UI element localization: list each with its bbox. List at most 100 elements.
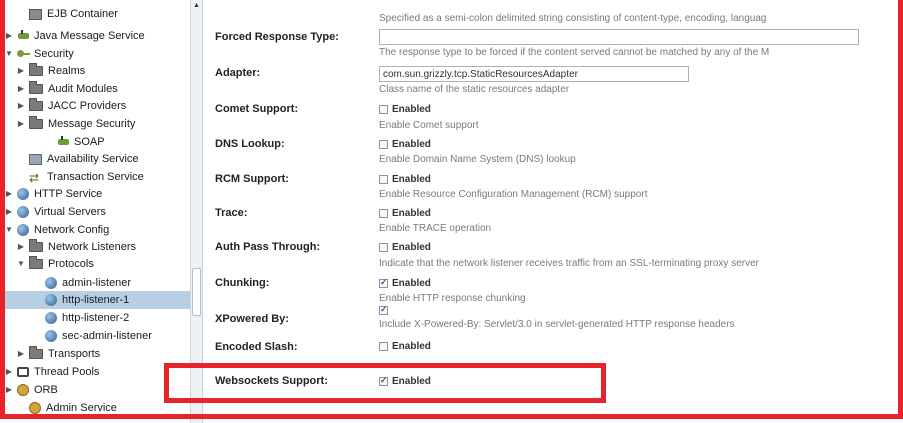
adapter-input[interactable] xyxy=(379,66,689,82)
expand-toggle-open-icon[interactable]: ▼ xyxy=(16,255,26,273)
scrollbar-thumb[interactable] xyxy=(192,268,201,316)
globe-icon xyxy=(17,206,29,218)
sidebar-item-security[interactable]: ▼ Security xyxy=(4,45,74,63)
expand-toggle-icon[interactable]: ▶ xyxy=(16,97,26,115)
comet-support-help: Enable Comet support xyxy=(379,120,479,131)
sidebar-item-transports[interactable]: ▶ Transports xyxy=(16,345,100,363)
trace-help: Enable TRACE operation xyxy=(379,223,492,234)
globe-icon xyxy=(45,294,57,306)
sidebar-item-transaction-service[interactable]: ▶Transaction Service xyxy=(16,168,144,187)
sidebar-item-sec-admin-listener[interactable]: ▶sec-admin-listener xyxy=(32,327,152,345)
encoded-slash-checkbox[interactable] xyxy=(379,342,388,351)
sidebar-item-availability-service[interactable]: ▶Availability Service xyxy=(16,150,139,168)
transaction-icon xyxy=(29,169,42,187)
folder-icon xyxy=(29,239,43,252)
expand-toggle-icon[interactable]: ▶ xyxy=(16,345,26,363)
sidebar-item-label: ORB xyxy=(34,384,58,396)
dns-lookup-checkbox[interactable] xyxy=(379,140,388,149)
sidebar-item-admin-listener[interactable]: ▶admin-listener xyxy=(32,274,131,292)
xpowered-by-checkbox[interactable] xyxy=(379,304,388,315)
trace-checkbox[interactable] xyxy=(379,209,388,218)
sidebar-item-label: sec-admin-listener xyxy=(62,330,152,342)
sidebar-item-protocols[interactable]: ▼ Protocols xyxy=(16,255,94,273)
sidebar-item-label: Security xyxy=(34,48,74,60)
protocol-http-settings-form: Specified as a semi-colon delimited stri… xyxy=(204,0,903,423)
chunking-label: Chunking: xyxy=(215,277,270,289)
sidebar-item-network-config[interactable]: ▼ Network Config xyxy=(4,221,109,239)
plug-icon xyxy=(57,136,69,148)
sidebar-item-label: JACC Providers xyxy=(48,100,127,112)
expand-toggle-icon[interactable]: ▶ xyxy=(4,203,14,221)
dns-lookup-label: DNS Lookup: xyxy=(215,138,285,150)
sidebar-item-label: Network Listeners xyxy=(48,241,137,253)
forced-response-type-input[interactable] xyxy=(379,29,859,45)
dns-lookup-help: Enable Domain Name System (DNS) lookup xyxy=(379,154,576,165)
sidebar-item-message-security[interactable]: ▶ Message Security xyxy=(16,115,135,133)
encoded-slash-checkbox-label: Enabled xyxy=(392,341,431,352)
folder-icon xyxy=(29,116,43,129)
sidebar-item-label: Transports xyxy=(48,348,101,360)
sidebar-item-label: Realms xyxy=(48,65,86,77)
sidebar-item-http-service[interactable]: ▶ HTTP Service xyxy=(4,185,102,203)
sidebar-item-audit-modules[interactable]: ▶ Audit Modules xyxy=(16,80,118,98)
xpowered-by-label: XPowered By: xyxy=(215,313,289,325)
sidebar-item-http-listener-1[interactable]: ▶http-listener-1 xyxy=(0,291,190,309)
sidebar-item-orb[interactable]: ▶ ORB xyxy=(4,381,58,399)
expand-toggle-icon[interactable]: ▶ xyxy=(16,238,26,256)
sidebar-item-network-listeners[interactable]: ▶ Network Listeners xyxy=(16,238,136,256)
rcm-support-checkbox[interactable] xyxy=(379,175,388,184)
adapter-label: Adapter: xyxy=(215,67,261,79)
folder-icon xyxy=(29,81,43,94)
tree-scrollbar[interactable]: ▲ xyxy=(190,0,202,423)
sidebar-item-label: Virtual Servers xyxy=(34,206,106,218)
expand-toggle-icon[interactable]: ▶ xyxy=(4,185,14,203)
expand-toggle-icon[interactable]: ▶ xyxy=(16,62,26,80)
dns-lookup-checkbox-row: Enabled xyxy=(379,139,431,150)
auth-pass-through-checkbox-row: Enabled xyxy=(379,242,431,253)
sidebar-item-virtual-servers[interactable]: ▶ Virtual Servers xyxy=(4,203,106,221)
forced-response-type-help: The response type to be forced if the co… xyxy=(379,47,770,58)
sidebar-item-label: Message Security xyxy=(48,118,136,130)
key-icon xyxy=(17,48,30,60)
sidebar-item-soap[interactable]: ▶SOAP xyxy=(44,133,105,151)
expand-toggle-icon[interactable]: ▶ xyxy=(4,363,14,381)
sidebar-item-label: EJB Container xyxy=(47,8,118,20)
expand-toggle-open-icon[interactable]: ▼ xyxy=(4,221,14,239)
navigation-tree-panel: ▶EJB Container▶Java Message Service▼Secu… xyxy=(0,0,203,423)
expand-toggle-open-icon[interactable]: ▼ xyxy=(4,45,14,63)
xpowered-by-help: Include X-Powered-By: Servlet/3.0 in ser… xyxy=(379,319,735,330)
comet-support-checkbox-row: Enabled xyxy=(379,104,431,115)
encoded-slash-label: Encoded Slash: xyxy=(215,341,298,353)
websockets-support-checkbox-row: Enabled xyxy=(379,375,431,387)
sidebar-item-label: Transaction Service xyxy=(47,171,144,183)
rcm-support-checkbox-label: Enabled xyxy=(392,174,431,185)
sidebar-item-http-listener-2[interactable]: ▶http-listener-2 xyxy=(32,309,129,327)
plug-icon xyxy=(17,30,29,42)
sidebar-item-ejb-container[interactable]: ▶EJB Container xyxy=(16,5,118,23)
expand-toggle-icon[interactable]: ▶ xyxy=(4,27,14,45)
sidebar-item-admin-service[interactable]: ▶Admin Service xyxy=(16,399,117,417)
trace-checkbox-label: Enabled xyxy=(392,208,431,219)
scroll-up-arrow-icon[interactable]: ▲ xyxy=(191,0,202,12)
orb-icon xyxy=(17,384,29,396)
forced-response-type-label: Forced Response Type: xyxy=(215,31,339,43)
sidebar-item-realms[interactable]: ▶ Realms xyxy=(16,62,85,80)
auth-pass-through-checkbox[interactable] xyxy=(379,243,388,252)
websockets-support-label: Websockets Support: xyxy=(215,375,328,387)
websockets-support-checkbox[interactable] xyxy=(379,375,388,386)
rcm-support-help: Enable Resource Configuration Management… xyxy=(379,189,648,200)
sidebar-item-label: SOAP xyxy=(74,136,105,148)
sidebar-item-jacc-providers[interactable]: ▶ JACC Providers xyxy=(16,97,126,115)
rcm-support-checkbox-row: Enabled xyxy=(379,174,431,185)
sidebar-item-thread-pools[interactable]: ▶ Thread Pools xyxy=(4,363,100,381)
expand-toggle-icon[interactable]: ▶ xyxy=(4,381,14,399)
chunking-checkbox[interactable] xyxy=(379,277,388,288)
expand-toggle-icon[interactable]: ▶ xyxy=(16,80,26,98)
expand-toggle-icon[interactable]: ▶ xyxy=(16,115,26,133)
adapter-help: Class name of the static resources adapt… xyxy=(379,84,570,95)
comet-support-checkbox[interactable] xyxy=(379,105,388,114)
sidebar-item-label: HTTP Service xyxy=(34,188,103,200)
trace-checkbox-row: Enabled xyxy=(379,208,431,219)
folder-icon xyxy=(29,346,43,359)
sidebar-item-java-message-service[interactable]: ▶ Java Message Service xyxy=(4,27,145,45)
